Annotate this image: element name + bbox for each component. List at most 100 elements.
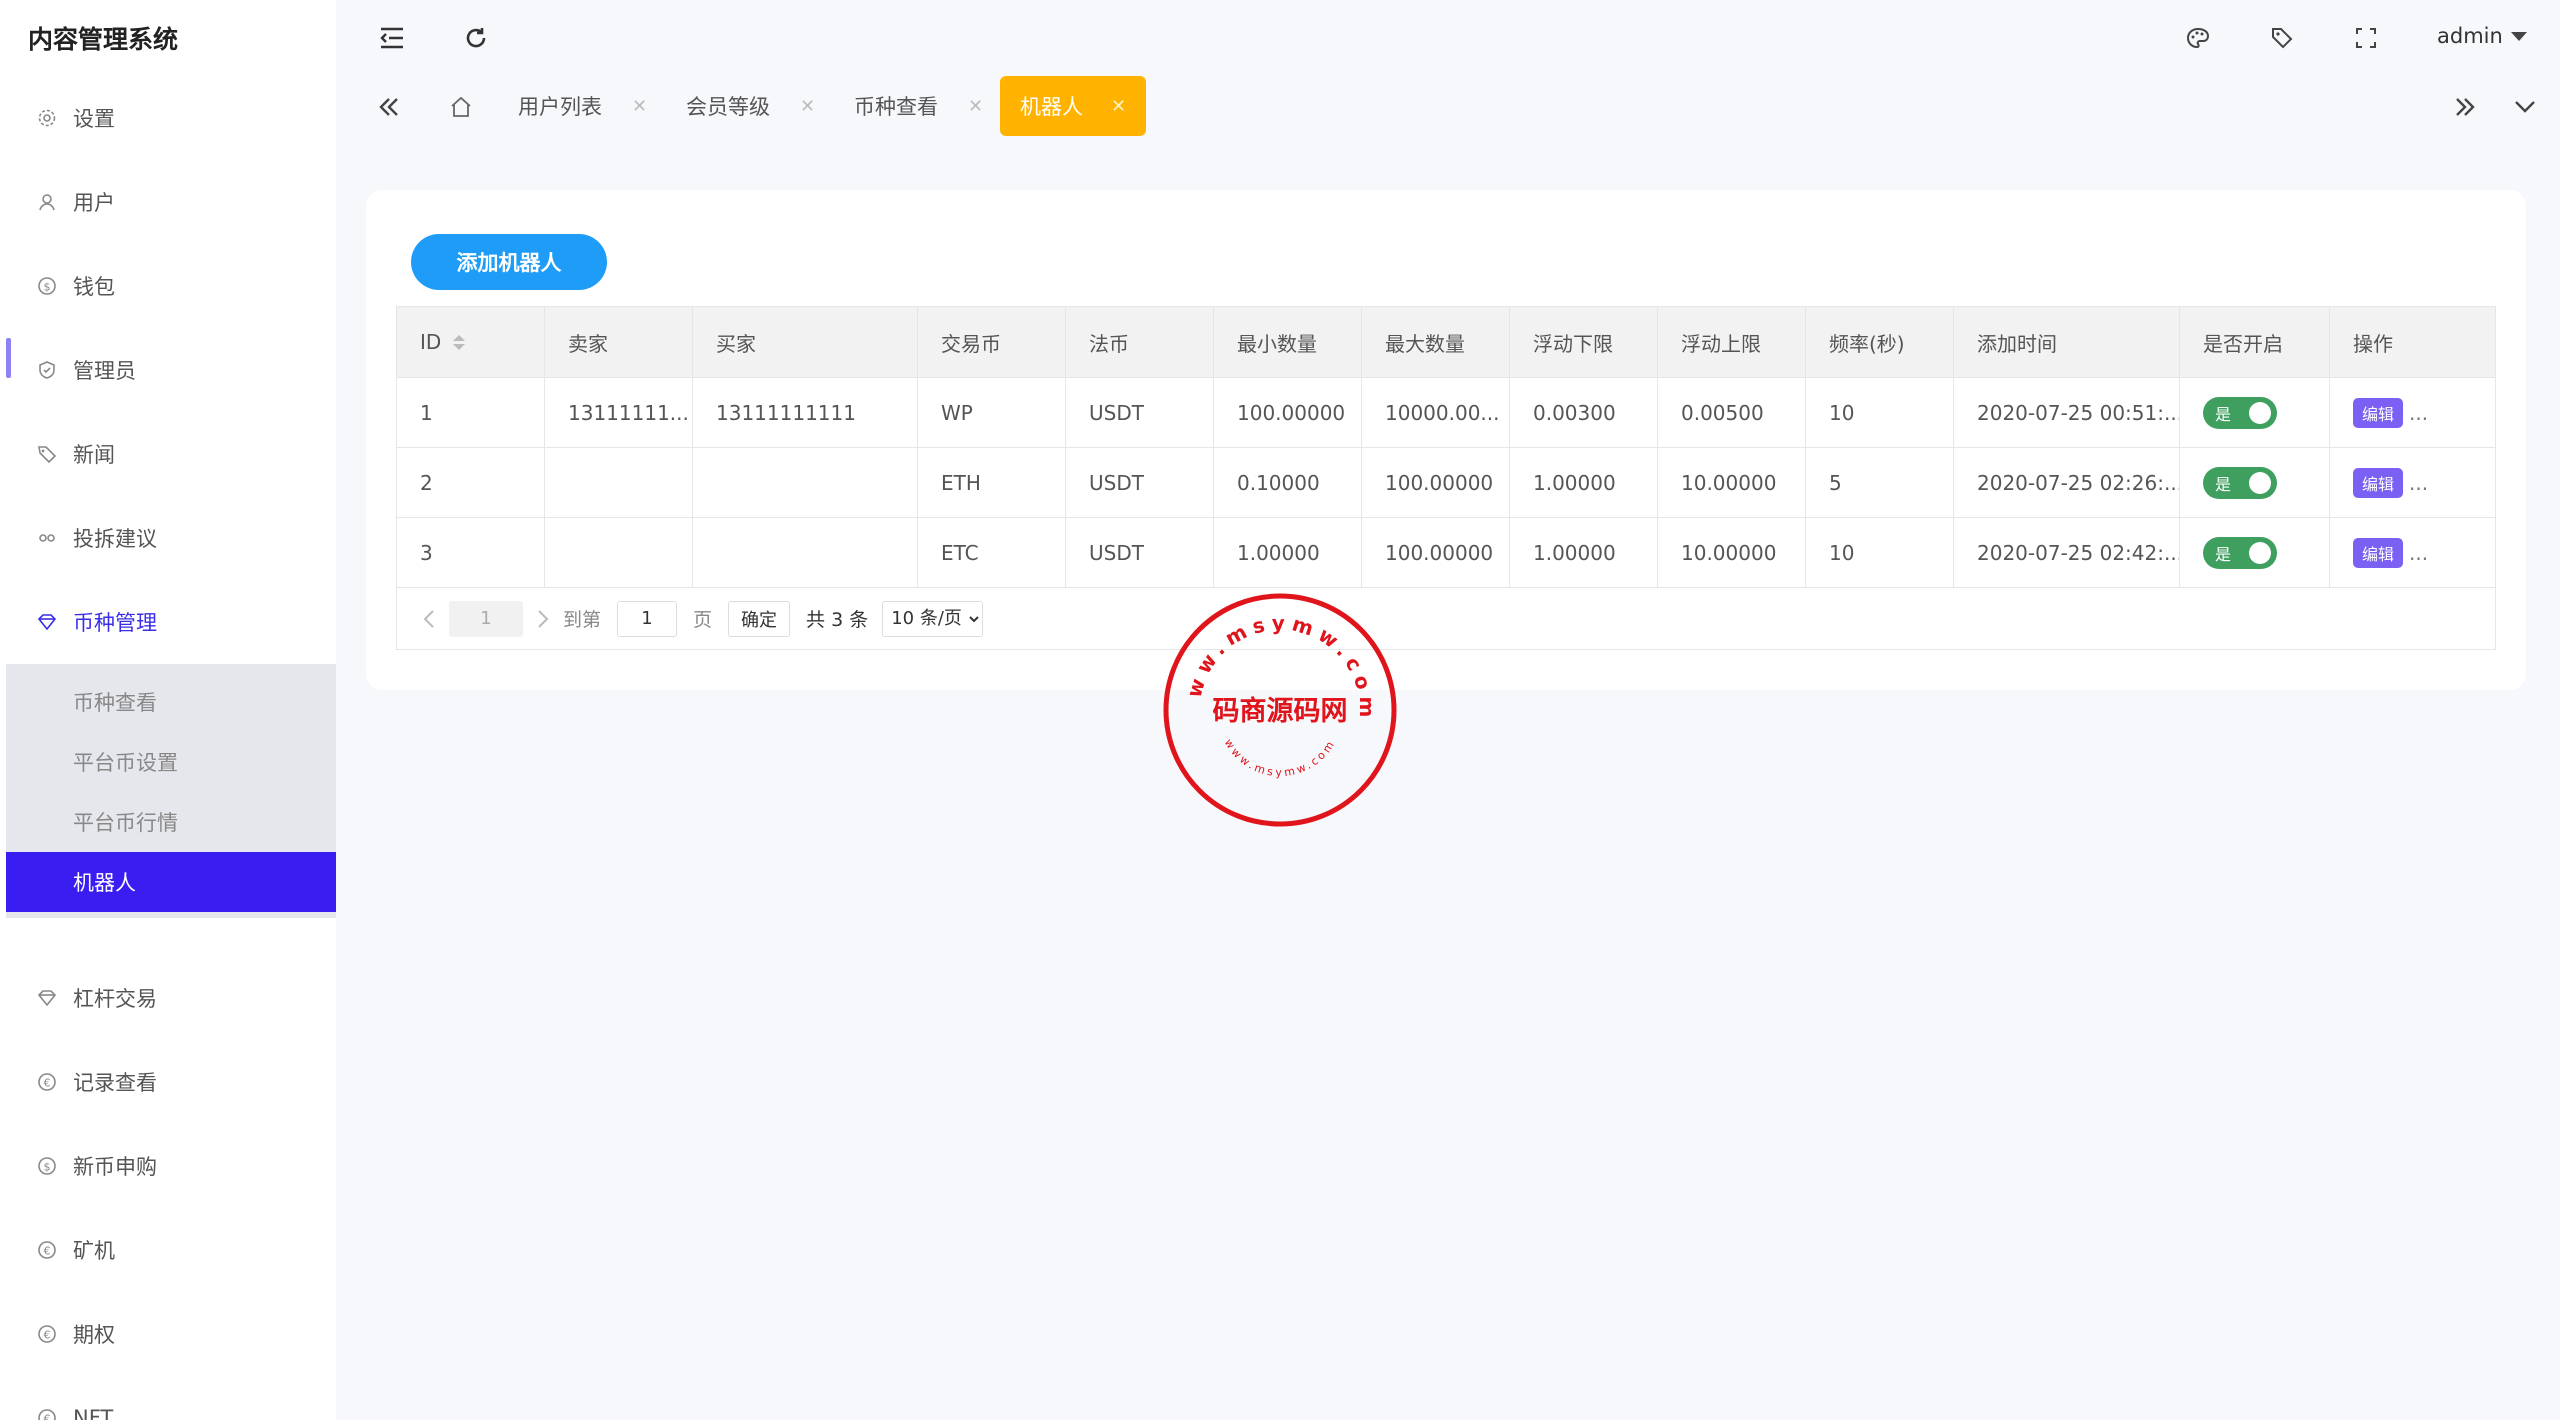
column-header-fiat: 法币: [1066, 307, 1214, 377]
cell-min-amount: 1.00000: [1214, 518, 1362, 587]
current-page[interactable]: 1: [449, 600, 523, 637]
tab-robot[interactable]: 机器人 ✕: [1000, 76, 1147, 136]
tabs-scroll-right-button[interactable]: [2448, 90, 2482, 124]
page-size-select[interactable]: 10 条/页: [882, 600, 984, 637]
fullscreen-button[interactable]: [2350, 22, 2382, 54]
cell-buyer: [693, 448, 918, 517]
euro-icon: €: [36, 1407, 58, 1420]
more-actions[interactable]: ...: [2409, 471, 2428, 495]
tab-currency-view[interactable]: 币种查看 ✕: [854, 76, 983, 136]
goto-confirm-button[interactable]: 确定: [728, 600, 791, 637]
column-header-float-high: 浮动上限: [1658, 307, 1806, 377]
sidebar-item-records[interactable]: € 记录查看: [6, 1040, 336, 1124]
cell-min-amount: 0.10000: [1214, 448, 1362, 517]
tags-button[interactable]: [2266, 22, 2298, 54]
sidebar-item-currency-management[interactable]: 币种管理: [6, 580, 336, 664]
column-header-buyer: 买家: [693, 307, 918, 377]
cell-coin: WP: [918, 378, 1066, 447]
submenu-item-currency-view[interactable]: 币种查看: [6, 672, 336, 732]
collapse-menu-button[interactable]: [376, 22, 408, 54]
table-row: 2 ETH USDT 0.10000 100.00000 1.00000 10.…: [397, 447, 2495, 517]
cell-frequency: 10: [1806, 378, 1954, 447]
sidebar-item-feedback[interactable]: 投拆建议: [6, 496, 336, 580]
cell-enabled: 是: [2180, 378, 2330, 447]
cell-id: 1: [397, 378, 545, 447]
sidebar-item-label: 管理员: [73, 359, 136, 383]
theme-button[interactable]: [2182, 22, 2214, 54]
edit-button[interactable]: 编辑: [2353, 467, 2403, 498]
sidebar-item-wallet[interactable]: $ 钱包: [6, 244, 336, 328]
tab-member-levels[interactable]: 会员等级 ✕: [686, 76, 815, 136]
home-tab[interactable]: [444, 90, 478, 124]
cell-float-high: 10.00000: [1658, 518, 1806, 587]
sidebar-item-options[interactable]: € 期权: [6, 1292, 336, 1376]
diamond-icon: [36, 987, 58, 1009]
close-icon[interactable]: ✕: [632, 96, 647, 117]
tab-label: 机器人: [1020, 95, 1083, 119]
enabled-toggle[interactable]: 是: [2203, 396, 2277, 429]
tag-icon: [2272, 28, 2293, 49]
next-page-button[interactable]: [531, 607, 555, 631]
submenu-item-robot[interactable]: 机器人: [6, 852, 336, 912]
user-menu[interactable]: admin: [2437, 24, 2527, 48]
tabs-scroll-left-button[interactable]: [372, 90, 406, 124]
tab-user-list[interactable]: 用户列表 ✕: [518, 76, 647, 136]
svg-text:$: $: [44, 1161, 51, 1174]
goto-page-input[interactable]: [617, 600, 678, 637]
caret-down-icon: [2510, 31, 2527, 41]
sidebar-item-new-coin-subscription[interactable]: $ 新币申购: [6, 1124, 336, 1208]
enabled-toggle[interactable]: 是: [2203, 466, 2277, 499]
column-header-id[interactable]: ID: [397, 307, 545, 377]
close-icon[interactable]: ✕: [968, 96, 983, 117]
prev-page-button[interactable]: [417, 607, 441, 631]
cell-added-time: 2020-07-25 02:42:...: [1954, 518, 2180, 587]
sort-icon[interactable]: [453, 334, 466, 350]
sidebar-item-label: 期权: [73, 1323, 115, 1347]
sidebar-item-settings[interactable]: 设置: [6, 76, 336, 160]
cell-fiat: USDT: [1066, 378, 1214, 447]
refresh-icon: [466, 28, 486, 48]
sidebar-item-label: 矿机: [73, 1239, 115, 1263]
tag-icon: [36, 443, 58, 465]
column-header-enabled: 是否开启: [2180, 307, 2330, 377]
cell-buyer: 13111111111: [693, 378, 918, 447]
cell-float-low: 1.00000: [1510, 518, 1658, 587]
column-header-added-time: 添加时间: [1954, 307, 2180, 377]
edit-button[interactable]: 编辑: [2353, 537, 2403, 568]
edit-button[interactable]: 编辑: [2353, 397, 2403, 428]
diamond-icon: [36, 611, 58, 633]
submenu-item-label: 平台币设置: [73, 751, 178, 775]
close-icon[interactable]: ✕: [800, 96, 815, 117]
cell-id: 2: [397, 448, 545, 517]
add-robot-button[interactable]: 添加机器人: [411, 234, 607, 290]
sidebar-item-leverage-trading[interactable]: 杠杆交易: [6, 956, 336, 1040]
sidebar-item-nft[interactable]: € NFT: [6, 1376, 336, 1420]
euro-icon: €: [36, 1239, 58, 1261]
goto-label: 到第: [563, 609, 602, 631]
sidebar-item-news[interactable]: 新闻: [6, 412, 336, 496]
column-header-coin: 交易币: [918, 307, 1066, 377]
submenu-item-platform-coin-market[interactable]: 平台币行情: [6, 792, 336, 852]
sidebar-item-label: NFT: [73, 1406, 114, 1420]
cell-seller: [545, 518, 693, 587]
sidebar: 内容管理系统 设置 用户 $ 钱包 管理员 新闻 投拆建议 币种管理 杠杆交易 …: [0, 0, 336, 1420]
sidebar-item-admins[interactable]: 管理员: [6, 328, 336, 412]
sidebar-item-miner[interactable]: € 矿机: [6, 1208, 336, 1292]
cell-enabled: 是: [2180, 518, 2330, 587]
tabs-dropdown-button[interactable]: [2508, 90, 2542, 124]
sidebar-item-users[interactable]: 用户: [6, 160, 336, 244]
sidebar-item-label: 设置: [73, 107, 115, 131]
cell-max-amount: 100.00000: [1362, 518, 1510, 587]
cell-max-amount: 100.00000: [1362, 448, 1510, 517]
home-icon: [451, 96, 471, 117]
enabled-toggle[interactable]: 是: [2203, 536, 2277, 569]
app-title: 内容管理系统: [28, 25, 179, 54]
more-actions[interactable]: ...: [2409, 401, 2428, 425]
more-actions[interactable]: ...: [2409, 541, 2428, 565]
submenu-item-platform-coin-settings[interactable]: 平台币设置: [6, 732, 336, 792]
fullscreen-icon: [2356, 28, 2376, 48]
refresh-button[interactable]: [460, 22, 492, 54]
table-row: 3 ETC USDT 1.00000 100.00000 1.00000 10.…: [397, 517, 2495, 587]
euro-icon: €: [36, 1323, 58, 1345]
close-icon[interactable]: ✕: [1111, 96, 1126, 117]
